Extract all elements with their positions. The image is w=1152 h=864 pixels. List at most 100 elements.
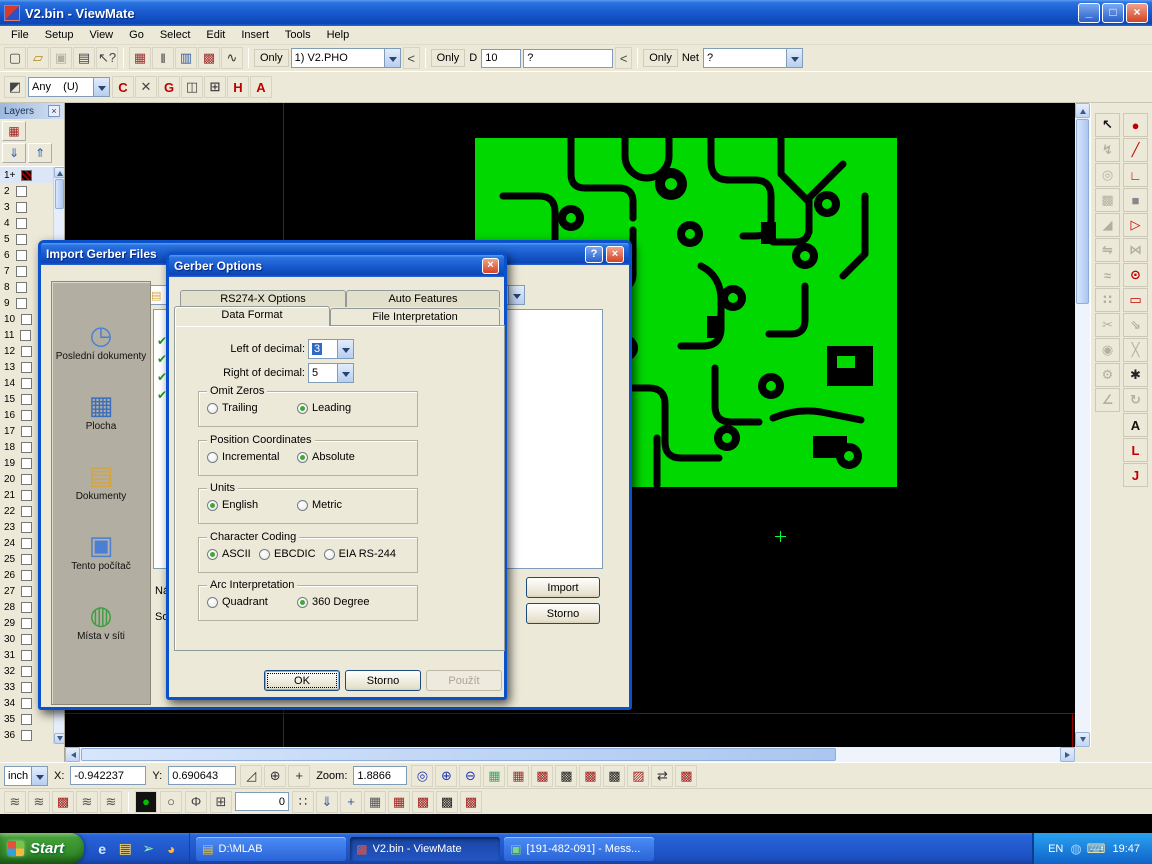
layer-columns-icon[interactable]: ▥ [175, 47, 197, 69]
grid-a-icon[interactable]: ▦ [483, 765, 505, 787]
layer-swatch[interactable] [16, 282, 27, 293]
scroll-right-icon[interactable] [1060, 747, 1075, 762]
context-help-icon[interactable]: ↖? [96, 47, 118, 69]
tab-rs274x-options[interactable]: RS274-X Options [180, 290, 346, 307]
radio-option[interactable]: Incremental [207, 451, 289, 463]
minimize-button[interactable]: _ [1078, 3, 1100, 23]
layer-swatch[interactable] [21, 458, 32, 469]
y-coordinate-field[interactable]: 0.690643 [168, 766, 236, 785]
task-viewmate[interactable]: ▩ V2.bin - ViewMate [350, 837, 500, 861]
layer-swatch[interactable] [21, 426, 32, 437]
anchor-icon[interactable]: ⇓ [316, 791, 338, 813]
layer-combo[interactable]: 1) V2.PHO [291, 48, 401, 68]
place-recent-documents[interactable]: ◷ Poslední dokumenty [55, 322, 147, 362]
net-wave-4-icon[interactable]: ≋ [100, 791, 122, 813]
internet-explorer-icon[interactable]: e [92, 839, 112, 859]
x-coordinate-field[interactable]: -0.942237 [70, 766, 146, 785]
new-file-icon[interactable]: ▢ [4, 47, 26, 69]
dcode-input[interactable]: 10 [481, 49, 521, 68]
zoom-out-icon[interactable]: ⊖ [459, 765, 481, 787]
left-of-decimal-combo[interactable]: 3 [308, 339, 354, 359]
dcode-filter-input[interactable]: ? [523, 49, 613, 68]
stretch-icon[interactable]: ⇘ [1123, 313, 1148, 337]
text-l-icon[interactable]: L [1123, 438, 1148, 462]
import-button[interactable]: Import [526, 577, 600, 598]
layer-swatch[interactable] [21, 410, 32, 421]
radio-option[interactable]: Absolute [297, 451, 355, 463]
radio-option[interactable]: EBCDIC [259, 548, 316, 560]
mirror-pair-icon[interactable]: ⋈ [1123, 238, 1148, 262]
menu-item[interactable]: Tools [277, 27, 319, 43]
menu-item[interactable]: File [3, 27, 37, 43]
browser-icon[interactable]: ◕ [161, 839, 181, 859]
mask-4-icon[interactable]: ▩ [436, 791, 458, 813]
horizontal-scrollbar[interactable] [65, 747, 1075, 762]
slope-icon[interactable]: ◢ [1095, 213, 1120, 237]
grid-b-icon[interactable]: ▦ [507, 765, 529, 787]
close-button[interactable]: × [1126, 3, 1148, 23]
ok-button[interactable]: OK [264, 670, 340, 691]
menu-item[interactable]: View [81, 27, 121, 43]
layer-swatch[interactable] [21, 170, 32, 181]
radio-option[interactable]: 360 Degree [297, 596, 370, 608]
film-4-icon[interactable]: ▩ [603, 765, 625, 787]
rotate-icon[interactable]: ↻ [1123, 388, 1148, 412]
tab-file-interpretation[interactable]: File Interpretation [330, 308, 500, 325]
layer-swatch[interactable] [21, 442, 32, 453]
layer-swatch[interactable] [21, 394, 32, 405]
layer-swatch[interactable] [21, 666, 32, 677]
layer-swatch[interactable] [20, 330, 31, 341]
corner-trace-icon[interactable]: ∟ [1123, 163, 1148, 187]
layer-swatch[interactable] [21, 506, 32, 517]
layers-close-icon[interactable]: × [48, 105, 60, 117]
layer-down-button[interactable]: ⇓ [2, 143, 26, 163]
dot-grid-icon[interactable]: ∷ [292, 791, 314, 813]
route-icon[interactable]: ↯ [1095, 138, 1120, 162]
cancel-button[interactable]: Storno [345, 670, 421, 691]
layer-swatch[interactable] [16, 298, 27, 309]
layer-swatch[interactable] [21, 730, 32, 741]
radio-option[interactable]: Metric [297, 499, 342, 511]
letter-c-icon[interactable]: C [112, 76, 134, 98]
net-red-icon[interactable]: ▩ [52, 791, 74, 813]
radio-option[interactable]: English [207, 499, 289, 511]
vertical-scrollbar[interactable] [1075, 103, 1090, 747]
probe-icon[interactable]: ◉ [1095, 338, 1120, 362]
step-value-field[interactable]: 0 [235, 792, 289, 811]
scrollbar-thumb[interactable] [55, 179, 64, 209]
scroll-down-icon[interactable] [1075, 732, 1090, 747]
menu-item[interactable]: Edit [198, 27, 233, 43]
maximize-button[interactable]: □ [1102, 3, 1124, 23]
right-of-decimal-combo[interactable]: 5 [308, 363, 354, 383]
rings-icon[interactable]: ◎ [1095, 163, 1120, 187]
language-indicator[interactable]: EN [1048, 843, 1063, 855]
mirror-h-icon[interactable]: ⇋ [1095, 238, 1120, 262]
layer-swatch[interactable] [21, 362, 32, 373]
open-file-icon[interactable]: ▱ [27, 47, 49, 69]
scrollbar-thumb[interactable] [81, 748, 836, 761]
layer-swatch[interactable] [16, 266, 27, 277]
only-layer-toggle[interactable]: Only [254, 49, 289, 67]
zoom-field[interactable]: 1.8866 [353, 766, 407, 785]
scroll-down-icon[interactable] [54, 733, 64, 744]
lamp-icon[interactable]: ○ [160, 791, 182, 813]
net-combo[interactable]: ? [703, 48, 803, 68]
select-filter-combo[interactable]: Any (U) [28, 77, 110, 97]
scroll-up-icon[interactable] [1075, 103, 1090, 118]
layer-swatch[interactable] [21, 346, 32, 357]
layer-swatch[interactable] [21, 634, 32, 645]
letter-a-icon[interactable]: A [250, 76, 272, 98]
print-icon[interactable]: ▤ [73, 47, 95, 69]
pad-stack-icon[interactable]: ▩ [198, 47, 220, 69]
help-button[interactable]: ? [585, 246, 603, 263]
layer-swatch[interactable] [21, 490, 32, 501]
apply-button[interactable]: Použít [426, 670, 502, 691]
film-5-icon[interactable]: ▨ [627, 765, 649, 787]
polygon-icon[interactable]: ▷ [1123, 213, 1148, 237]
pad-flash-icon[interactable]: ● [1123, 113, 1148, 137]
layer-up-button[interactable]: ⇑ [28, 143, 52, 163]
scissors-icon[interactable]: ✂ [1095, 313, 1120, 337]
film-1-icon[interactable]: ▩ [531, 765, 553, 787]
close-button[interactable]: × [606, 246, 624, 263]
film-3-icon[interactable]: ▩ [579, 765, 601, 787]
